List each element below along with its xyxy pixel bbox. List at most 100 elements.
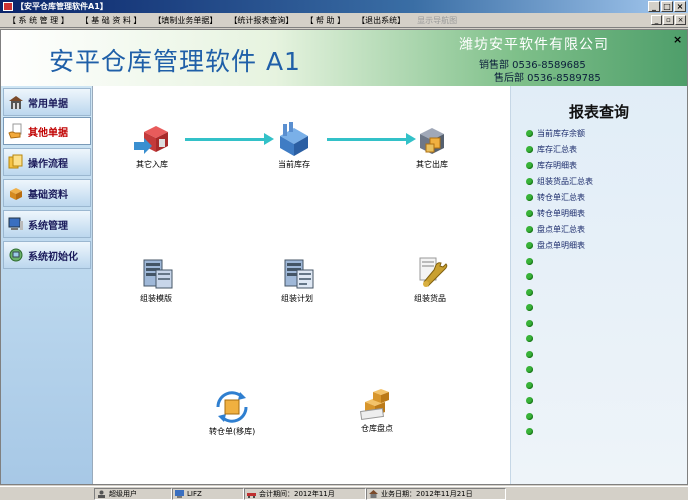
- report-link-label: 当前库存余额: [537, 128, 585, 138]
- report-link[interactable]: 盘点单汇总表: [526, 223, 585, 235]
- report-link[interactable]: 组装货品汇总表: [526, 175, 593, 187]
- bullet-icon: [526, 145, 533, 153]
- bullet-icon: [526, 350, 533, 358]
- flow-arrow: [185, 133, 274, 145]
- transfer-icon: [216, 391, 248, 423]
- mdi-minimize-button[interactable]: _: [651, 15, 662, 25]
- menu-documents[interactable]: 【填制业务单据】: [147, 14, 223, 27]
- report-link-label: 转仓单汇总表: [537, 192, 585, 202]
- empty-report-slot: [526, 302, 537, 314]
- empty-report-slot: [526, 271, 537, 283]
- menu-exit[interactable]: 【退出系统】: [351, 14, 411, 27]
- report-panel-title: 报表查询: [569, 103, 630, 121]
- box-icon: [10, 188, 22, 200]
- empty-report-slot: [526, 333, 537, 345]
- node-label: 组装计划: [281, 294, 313, 303]
- bullet-icon: [526, 335, 533, 342]
- close-icon[interactable]: ×: [673, 33, 682, 46]
- node-assembled-goods[interactable]: 组装货品: [410, 256, 450, 304]
- empty-report-slot: [526, 410, 537, 422]
- report-link[interactable]: 库存汇总表: [526, 143, 577, 155]
- mdi-restore-button[interactable]: ▫: [663, 15, 674, 25]
- bullet-icon: [526, 129, 533, 137]
- menu-system[interactable]: 【 系 统 管 理 】: [2, 14, 75, 27]
- flow-arrow: [327, 133, 416, 145]
- server-icon: [143, 259, 173, 289]
- empty-report-slot: [526, 255, 537, 267]
- sidebar-item-label: 基础资料: [28, 189, 68, 201]
- node-current-stock[interactable]: 当前库存: [274, 122, 314, 170]
- boxes-icon: [359, 389, 389, 421]
- user-icon: [98, 490, 105, 498]
- empty-report-slot: [526, 364, 537, 376]
- hand-document-icon: [8, 123, 22, 139]
- company-name: 潍坊安平软件有限公司: [459, 37, 609, 53]
- report-link[interactable]: 转仓单汇总表: [526, 191, 585, 203]
- report-link[interactable]: 当前库存余额: [526, 127, 585, 139]
- bullet-icon: [526, 241, 533, 249]
- empty-report-slot: [526, 317, 537, 329]
- server-plan-icon: [284, 259, 314, 289]
- node-label: 其它出库: [416, 160, 448, 169]
- bullet-icon: [526, 209, 533, 217]
- menu-help[interactable]: 【 帮 助 】: [299, 14, 351, 27]
- sidebar-item-common-docs[interactable]: 常用单据: [3, 88, 91, 116]
- status-date-text: 业务日期：2012年11月21日: [381, 490, 473, 498]
- sidebar-item-basic-data[interactable]: 基础资料: [3, 179, 91, 207]
- sidebar-item-other-docs[interactable]: 其他单据: [3, 117, 91, 145]
- minimize-button[interactable]: _: [648, 1, 660, 12]
- window-controls: _ □ ×: [648, 1, 686, 12]
- empty-report-slot: [526, 348, 537, 360]
- node-label: 转仓单(移库): [209, 427, 256, 436]
- bullet-icon: [526, 273, 533, 280]
- report-link[interactable]: 转仓单明细表: [526, 207, 585, 219]
- report-link[interactable]: 库存明细表: [526, 159, 577, 171]
- sidebar-item-label: 系统初始化: [28, 251, 78, 263]
- report-panel: 报表查询 当前库存余额 库存汇总表 库存明细表 组装货品汇总表 转仓单汇总表 转…: [510, 86, 687, 484]
- bullet-icon: [526, 257, 533, 265]
- factory-icon: [280, 122, 308, 156]
- node-other-inbound[interactable]: 其它入库: [132, 122, 172, 170]
- status-bar: 超级用户 LIFZ 会计期间：2012年11月 业务日期：2012年11月21日: [0, 486, 688, 500]
- bullet-icon: [526, 225, 533, 233]
- report-link[interactable]: 盘点单明细表: [526, 239, 585, 251]
- node-label: 仓库盘点: [361, 424, 393, 433]
- maximize-button[interactable]: □: [661, 1, 673, 12]
- menu-reports[interactable]: 【统计报表查询】: [223, 14, 299, 27]
- report-link-label: 盘点单汇总表: [537, 224, 585, 234]
- bullet-icon: [526, 288, 533, 296]
- status-period-text: 会计期间：2012年11月: [259, 490, 335, 498]
- node-transfer-order[interactable]: 转仓单(移库): [209, 389, 255, 437]
- status-date: 业务日期：2012年11月21日: [366, 488, 506, 500]
- report-link-label: 盘点单明细表: [537, 240, 585, 250]
- car-icon: [247, 493, 256, 498]
- empty-report-slot: [526, 395, 537, 407]
- status-user: 超级用户: [94, 488, 172, 500]
- sidebar-item-label: 系统管理: [28, 220, 68, 232]
- status-code: LIFZ: [172, 488, 244, 500]
- window-title: 【安平仓库管理软件A1】: [16, 2, 108, 11]
- bullet-icon: [526, 412, 533, 420]
- computer-icon: [175, 490, 184, 498]
- mdi-controls: _ ▫ ×: [651, 15, 686, 25]
- sidebar-item-system-init[interactable]: 系统初始化: [3, 241, 91, 269]
- mdi-close-button[interactable]: ×: [675, 15, 686, 25]
- menu-basic-data[interactable]: 【 基 础 资 料 】: [75, 14, 148, 27]
- node-label: 组装模版: [140, 294, 172, 303]
- warehouse-in-icon: [134, 126, 168, 154]
- close-button[interactable]: ×: [674, 1, 686, 12]
- empty-report-slot: [526, 426, 537, 438]
- node-assembly-template[interactable]: 组装模版: [136, 256, 176, 304]
- node-assembly-plan[interactable]: 组装计划: [277, 256, 317, 304]
- sidebar-item-workflow[interactable]: 操作流程: [3, 148, 91, 176]
- building-icon: [9, 96, 23, 109]
- status-code-text: LIFZ: [187, 490, 202, 498]
- status-user-text: 超级用户: [109, 490, 137, 498]
- node-stock-count[interactable]: 仓库盘点: [357, 386, 397, 434]
- bullet-icon: [526, 381, 533, 389]
- flow-icon: [8, 154, 23, 169]
- node-other-outbound[interactable]: 其它出库: [412, 122, 452, 170]
- sidebar-item-system-mgmt[interactable]: 系统管理: [3, 210, 91, 238]
- bullet-icon: [526, 366, 533, 373]
- sidebar-item-label: 其他单据: [28, 127, 68, 139]
